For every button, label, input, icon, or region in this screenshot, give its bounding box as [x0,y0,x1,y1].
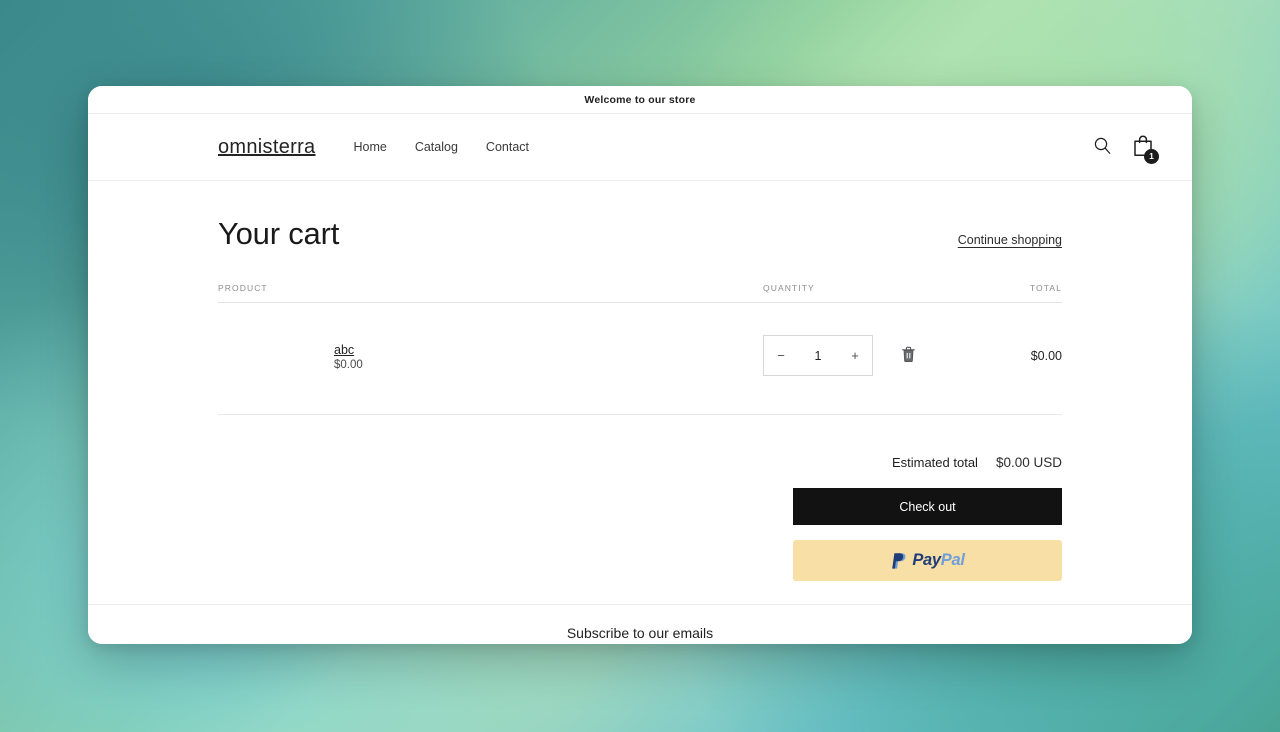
estimated-total-label: Estimated total [891,455,978,471]
nav-link-contact[interactable]: Contact [486,140,529,154]
site-footer: Subscribe to our emails [88,604,1192,644]
newsletter-heading: Subscribe to our emails [566,625,714,641]
nav-link-home[interactable]: Home [353,140,386,154]
paypal-word-pay: Pay [912,551,941,570]
product-info: abc $0.00 [316,341,363,371]
checkout-button[interactable]: Check out [793,488,1062,526]
continue-shopping-link[interactable]: Continue shopping [958,233,1062,251]
quantity-input[interactable] [798,348,838,363]
paypal-word-pal: Pal [940,551,965,570]
estimated-total-value: $0.00 USD [995,455,1062,471]
cart-table: PRODUCT QUANTITY TOTAL abc $0.00 − 1 + $… [218,283,1062,416]
nav-link-catalog[interactable]: Catalog [415,140,458,154]
quantity-increase-button[interactable]: + [838,336,872,375]
cart-header-row: Your cart Continue shopping [218,216,1062,251]
product-cell: abc $0.00 [218,341,763,371]
quantity-stepper: − + [763,335,873,377]
announcement-bar: Welcome to our store [88,86,1192,114]
quantity-cell: − + [763,335,1031,377]
trash-icon [901,346,916,366]
paypal-checkout-button[interactable]: PayPal [793,540,1062,582]
cart-count-badge: 1 [1144,149,1159,164]
column-header-total: TOTAL [1029,283,1062,294]
cart-footer: Estimated total $0.00 USD Check out PayP… [218,415,1062,582]
product-unit-price: $0.00 [334,358,363,371]
paypal-wordmark: PayPal [912,551,965,570]
search-button[interactable] [1093,136,1112,158]
announcement-text: Welcome to our store [584,93,696,106]
cart-container: Your cart Continue shopping PRODUCT QUAN… [88,181,1192,582]
estimated-total-row: Estimated total $0.00 USD [892,455,1062,470]
main-navigation: Home Catalog Contact [353,140,529,154]
search-icon [1093,136,1112,158]
site-header: omnisterra Home Catalog Contact 1 [88,114,1192,181]
browser-window: Welcome to our store omnisterra Home Cat… [88,86,1192,644]
cart-button[interactable]: 1 [1132,134,1159,164]
quantity-decrease-button[interactable]: − [764,336,798,375]
page-title: Your cart [218,216,340,251]
cart-table-header: PRODUCT QUANTITY TOTAL [218,283,1062,304]
paypal-logo-icon [890,551,907,570]
product-name-link[interactable]: abc [334,343,354,357]
line-item-total: $0.00 [1030,348,1062,363]
column-header-product: PRODUCT [218,283,268,294]
header-actions: 1 [1093,134,1159,164]
brand-logo[interactable]: omnisterra [218,136,315,159]
cart-line-item: abc $0.00 − + [218,303,1062,416]
column-header-quantity: QUANTITY [763,283,815,294]
remove-item-button[interactable] [897,342,920,370]
page-body: Your cart Continue shopping PRODUCT QUAN… [88,181,1192,644]
